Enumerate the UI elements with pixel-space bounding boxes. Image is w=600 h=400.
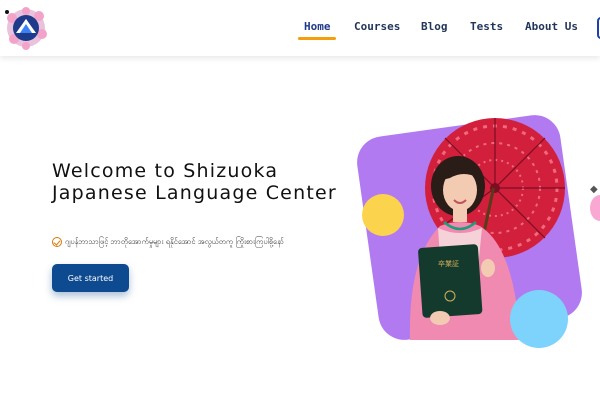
- nav-home[interactable]: Home: [304, 20, 331, 33]
- active-indicator: [298, 37, 336, 40]
- site-header: Home Courses Blog Tests About Us: [0, 0, 600, 56]
- yellow-circle-decoration: [362, 194, 404, 236]
- blue-circle-decoration: [510, 290, 568, 348]
- nav-about-us[interactable]: About Us: [525, 20, 578, 33]
- tagline-text: ဂျပန်ဘာသာဖြင့် ဘာတိုအောက်မှုများ ရနိုင်အ…: [65, 236, 284, 246]
- nav-blog[interactable]: Blog: [421, 20, 448, 33]
- nav-tests[interactable]: Tests: [470, 20, 503, 33]
- pink-shape-decoration: [590, 195, 600, 221]
- diamond-icon: ◆: [590, 184, 598, 195]
- svg-text:卒業証: 卒業証: [438, 259, 459, 268]
- check-circle-icon: [52, 237, 62, 247]
- hero-tagline: ဂျပန်ဘာသာဖြင့် ဘာတိုအောက်မှုများ ရနိုင်အ…: [52, 236, 284, 248]
- get-started-button[interactable]: Get started: [52, 264, 129, 292]
- hero-title: Welcome to Shizuoka Japanese Language Ce…: [52, 160, 337, 204]
- logo-icon[interactable]: [4, 6, 48, 50]
- nav-courses[interactable]: Courses: [354, 20, 400, 33]
